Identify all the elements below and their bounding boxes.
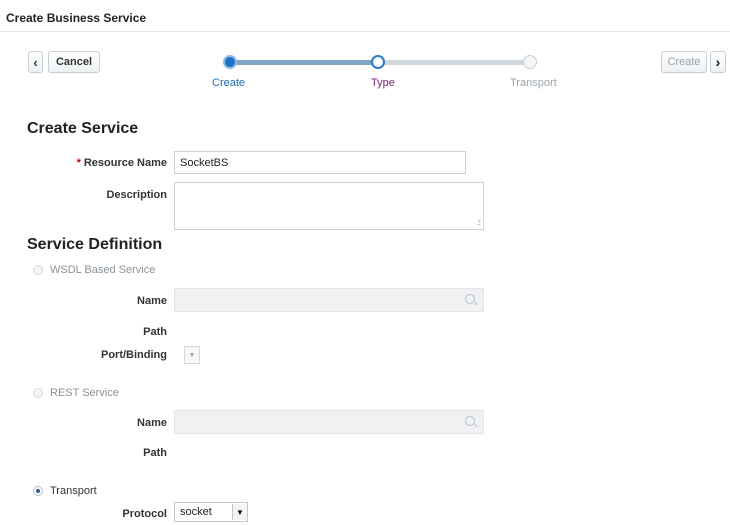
chevron-down-icon[interactable]: ▼ (232, 504, 247, 520)
train-label-transport: Transport (510, 77, 557, 89)
protocol-select[interactable]: socket ▼ (174, 502, 248, 522)
description-textarea[interactable]: .:! (174, 182, 484, 230)
wsdl-path-label: Path (143, 326, 167, 338)
train-stop-transport (523, 55, 537, 69)
train-stop-type[interactable] (371, 55, 385, 69)
resource-name-label: * Resource Name (76, 157, 167, 169)
train-stop-create[interactable] (223, 55, 237, 69)
description-label: Description (106, 189, 167, 201)
rest-radio (33, 388, 43, 398)
search-icon (465, 294, 475, 304)
train-label-create[interactable]: Create (212, 77, 245, 89)
next-step-button[interactable]: › (710, 51, 726, 73)
protocol-value: socket (180, 506, 212, 518)
protocol-label: Protocol (122, 508, 167, 520)
chevron-left-icon: ‹ (33, 54, 38, 70)
required-marker: * (76, 157, 81, 169)
search-icon (465, 416, 475, 426)
rest-name-input (174, 410, 484, 434)
create-service-heading: Create Service (27, 120, 139, 137)
rest-path-label: Path (143, 447, 167, 459)
chevron-right-icon: › (715, 54, 721, 70)
rest-name-label: Name (137, 417, 167, 429)
train-progress (230, 60, 376, 65)
create-button[interactable]: Create (661, 51, 707, 73)
wsdl-name-input (174, 288, 484, 312)
resource-name-value: SocketBS (180, 156, 229, 169)
dialog-title-bar: Create Business Service (0, 0, 730, 32)
dialog-title: Create Business Service (6, 11, 147, 25)
transport-radio[interactable] (33, 486, 43, 496)
chevron-down-icon: ▼ (188, 351, 196, 359)
resize-handle-icon[interactable]: .:! (476, 218, 481, 227)
resource-name-input[interactable]: SocketBS (174, 151, 466, 174)
train-label-type[interactable]: Type (371, 77, 395, 89)
wsdl-radio (33, 265, 43, 275)
port-binding-dropdown: ▼ (184, 346, 200, 364)
port-binding-label: Port/Binding (101, 349, 167, 361)
rest-radio-label: REST Service (50, 387, 119, 399)
wsdl-name-label: Name (137, 295, 167, 307)
service-definition-heading: Service Definition (27, 236, 163, 253)
wsdl-radio-label: WSDL Based Service (50, 264, 156, 276)
transport-radio-label[interactable]: Transport (50, 485, 97, 497)
cancel-button[interactable]: Cancel (48, 51, 100, 73)
previous-step-button[interactable]: ‹ (28, 51, 43, 73)
